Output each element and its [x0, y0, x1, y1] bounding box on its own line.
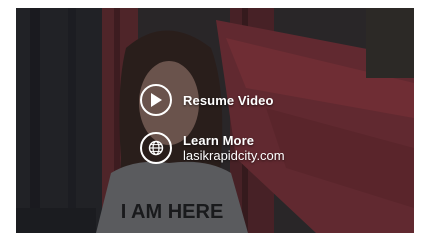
learn-more-url: lasikrapidcity.com	[183, 148, 285, 163]
globe-icon	[140, 132, 172, 164]
pause-overlay	[16, 8, 414, 233]
player-frame: I AM HERE Resume Video Learn More lasikr…	[0, 0, 430, 241]
learn-more-button[interactable]: Learn More lasikrapidcity.com	[140, 132, 285, 164]
resume-video-button[interactable]: Resume Video	[140, 84, 274, 116]
play-icon	[140, 84, 172, 116]
video-player[interactable]: I AM HERE Resume Video Learn More lasikr…	[16, 8, 414, 233]
resume-video-label: Resume Video	[183, 92, 274, 108]
learn-more-label: Learn More	[183, 133, 255, 148]
